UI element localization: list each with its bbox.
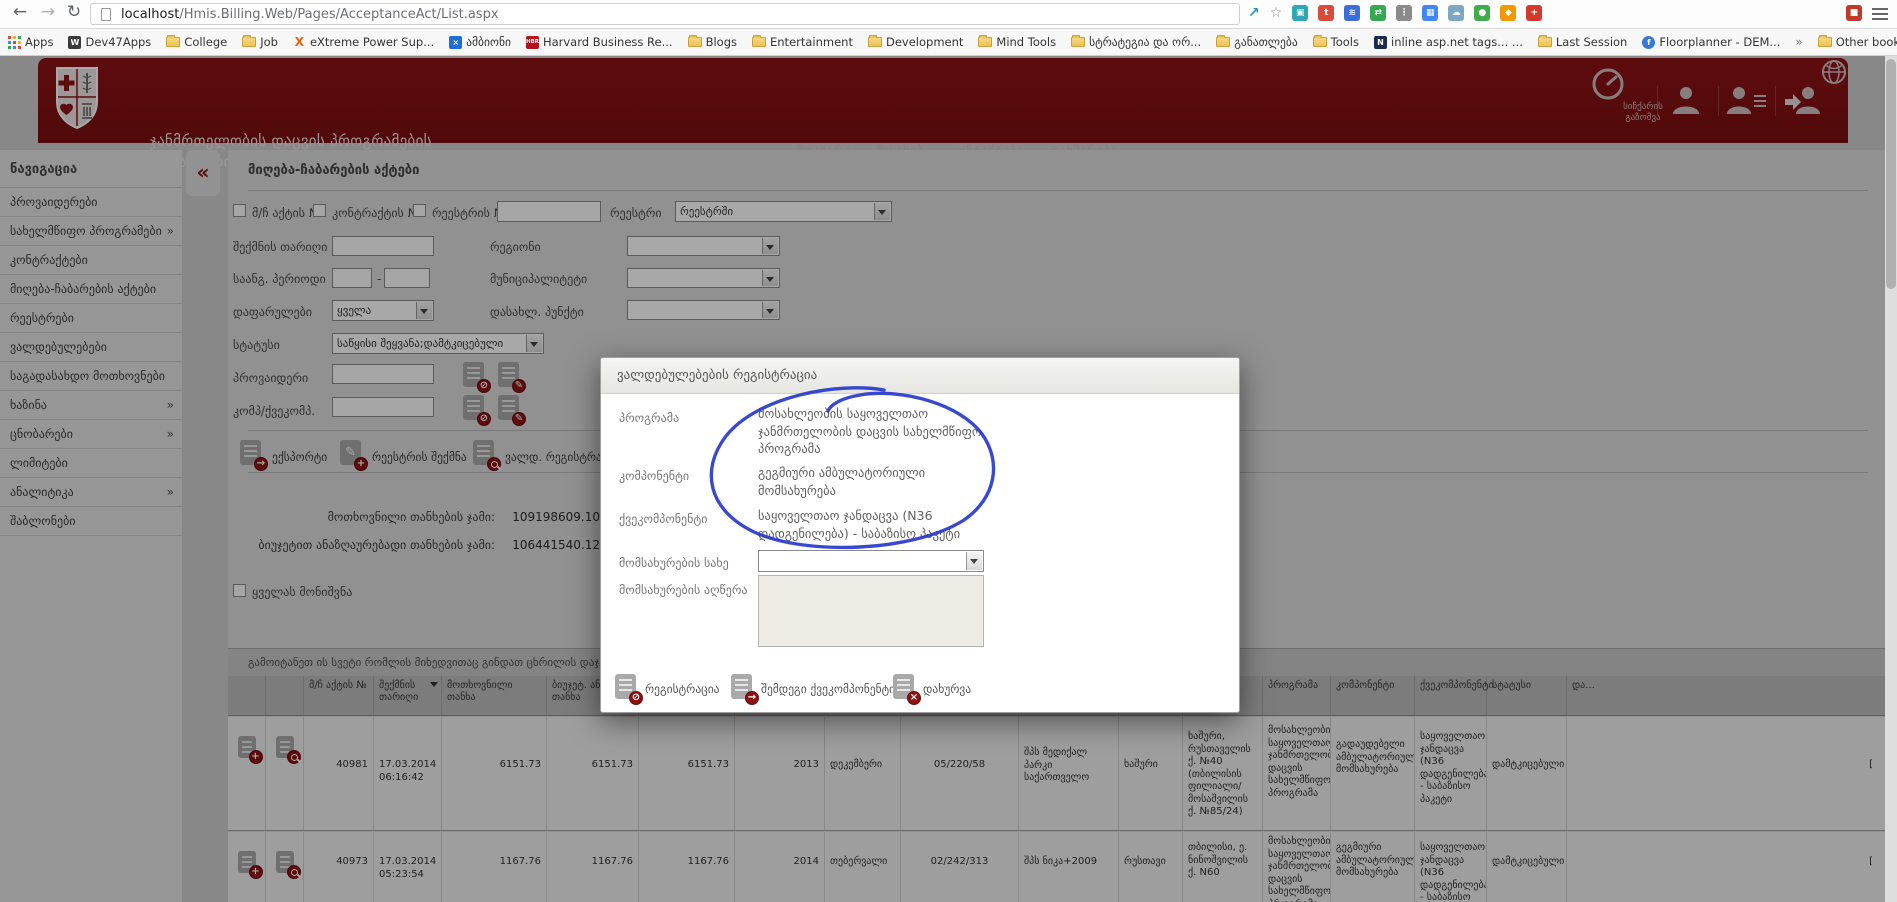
url-text[interactable]: localhost/Hmis.Billing.Web/Pages/Accepta… xyxy=(121,7,499,22)
browser-menu-icon[interactable] xyxy=(1872,8,1888,20)
bookmarks-overflow-chevron[interactable]: » xyxy=(1795,35,1802,49)
back-icon[interactable]: ← xyxy=(8,2,32,22)
scrollbar-thumb[interactable] xyxy=(1886,59,1896,289)
folder-icon xyxy=(688,37,702,47)
register-button-label[interactable]: რეგისტრაცია xyxy=(645,682,720,696)
folder-icon xyxy=(1818,37,1832,47)
favicon: × xyxy=(449,36,462,49)
address-bar[interactable]: localhost/Hmis.Billing.Web/Pages/Accepta… xyxy=(90,3,1240,25)
browser-toolbar: ← → ↻ localhost/Hmis.Billing.Web/Pages/A… xyxy=(0,0,1897,29)
bookmark-item[interactable]: Apps xyxy=(8,35,53,49)
service-desc-textarea[interactable] xyxy=(758,575,984,647)
bookmark-item[interactable]: HBRHarvard Business Re... xyxy=(526,35,673,49)
extension-icon[interactable]: t xyxy=(1318,5,1334,21)
bookmark-item[interactable]: სტრატეგია და ორ... xyxy=(1071,35,1201,49)
bookmark-item[interactable]: XeXtreme Power Sup... xyxy=(293,35,434,49)
forward-icon[interactable]: → xyxy=(36,2,60,22)
folder-icon xyxy=(242,37,256,47)
toolbar-extensions: ↗ ☆ ▣ t ≋ ⇄ ⋮ ▦ ☁ ● ◆ + xyxy=(1248,5,1542,21)
bookmark-item[interactable]: fFloorplanner - DEM... xyxy=(1642,35,1780,49)
extension-icon[interactable]: ■ xyxy=(1846,5,1862,21)
cancel-icon: ⊘ xyxy=(629,691,643,705)
close-dialog-button[interactable]: × xyxy=(893,674,914,699)
service-desc-label: მომსახურების აღწერა xyxy=(619,583,748,597)
other-bookmarks[interactable]: Other bookmarks xyxy=(1818,35,1897,49)
register-button[interactable]: ⊘ xyxy=(615,674,636,699)
folder-icon xyxy=(166,37,180,47)
component-value: გეგმიური ამბულატორიული მომსახურება xyxy=(758,464,990,499)
folder-icon xyxy=(1313,37,1327,47)
favicon: W xyxy=(68,36,81,49)
bookmark-item[interactable]: განათლება xyxy=(1216,35,1297,49)
extension-icon[interactable]: ⋮ xyxy=(1396,5,1412,21)
favicon: HBR xyxy=(526,36,539,49)
next-subcomponent-button-label[interactable]: შემდეგი ქვეკომპონენტი xyxy=(761,682,895,696)
bookmark-item[interactable]: ×ამბიონი xyxy=(449,35,511,49)
folder-icon xyxy=(978,37,992,47)
program-label: პროგრამა xyxy=(619,411,679,425)
bookmark-item[interactable]: Blogs xyxy=(688,35,737,49)
component-label: კომპონენტი xyxy=(619,469,689,483)
reload-icon[interactable]: ↻ xyxy=(62,2,86,22)
subcomponent-label: ქვეკომპონენტი xyxy=(619,512,707,526)
folder-icon xyxy=(752,37,766,47)
favicon: N xyxy=(1374,36,1387,49)
folder-icon xyxy=(1216,37,1230,47)
extension-icon[interactable]: ≋ xyxy=(1344,5,1360,21)
favicon: f xyxy=(1642,36,1655,49)
page-scrollbar[interactable] xyxy=(1885,56,1897,902)
page-icon xyxy=(101,8,111,21)
extension-icon[interactable]: + xyxy=(1526,5,1542,21)
share-icon[interactable]: ↗ xyxy=(1248,5,1260,21)
bookmark-item[interactable]: WDev47Apps xyxy=(68,35,151,49)
extension-icon[interactable]: ▦ xyxy=(1422,5,1438,21)
chevron-down-icon xyxy=(966,552,982,570)
bookmark-item[interactable]: Entertainment xyxy=(752,35,853,49)
bookmark-item[interactable]: College xyxy=(166,35,227,49)
bookmark-item[interactable]: Ninline asp.net tags... ... xyxy=(1374,35,1523,49)
extension-icon[interactable]: ☁ xyxy=(1448,5,1464,21)
subcomponent-value: საყოველთაო ჯანდაცვა (N36 დადგენილება) - … xyxy=(758,507,990,542)
folder-icon xyxy=(868,37,882,47)
arrow-right-icon: → xyxy=(745,691,759,705)
dialog-title-bar: ვალდებულებების რეგისტრაცია xyxy=(601,358,1239,394)
extension-icon[interactable]: ▣ xyxy=(1292,5,1308,21)
screenshot-root: ← → ↻ localhost/Hmis.Billing.Web/Pages/A… xyxy=(0,0,1897,902)
bookmark-item[interactable]: Tools xyxy=(1313,35,1359,49)
close-icon: × xyxy=(907,691,921,705)
program-value: მოსახლეობის საყოველთაო ჯანმრთელობის დაცვ… xyxy=(758,405,990,458)
bookmark-item[interactable]: Development xyxy=(868,35,963,49)
obligations-registration-dialog: ვალდებულებების რეგისტრაცია პროგრამა მოსა… xyxy=(600,357,1240,713)
service-type-label: მომსახურების სახე xyxy=(619,556,729,570)
service-type-select[interactable] xyxy=(758,550,984,572)
bookmarks-bar: Apps WDev47Apps College Job XeXtreme Pow… xyxy=(0,29,1897,56)
apps-grid-icon xyxy=(8,36,21,49)
extension-icon[interactable]: ◆ xyxy=(1500,5,1516,21)
folder-icon xyxy=(1538,37,1552,47)
folder-icon xyxy=(1071,37,1085,47)
bookmark-item[interactable]: Mind Tools xyxy=(978,35,1056,49)
close-dialog-button-label[interactable]: დახურვა xyxy=(923,682,971,696)
dialog-title: ვალდებულებების რეგისტრაცია xyxy=(617,368,817,383)
bookmark-item[interactable]: Job xyxy=(242,35,278,49)
bookmark-item[interactable]: Last Session xyxy=(1538,35,1628,49)
extension-icon[interactable]: ⇄ xyxy=(1370,5,1386,21)
favicon: X xyxy=(293,36,306,49)
next-subcomponent-button[interactable]: → xyxy=(731,674,752,699)
bookmark-label: Apps xyxy=(25,35,53,49)
bookmark-star-icon[interactable]: ☆ xyxy=(1270,5,1283,21)
extension-icon[interactable]: ● xyxy=(1474,5,1490,21)
